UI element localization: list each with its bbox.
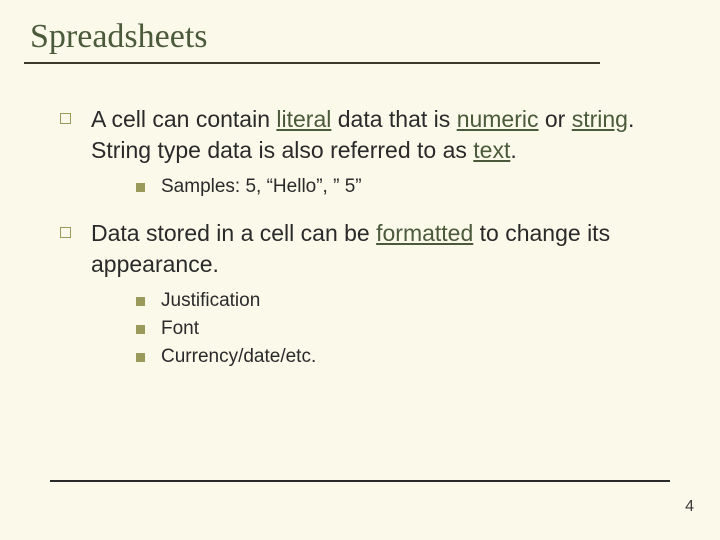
square-filled-bullet-icon [136,325,145,334]
bullet-level2: Justification [136,290,650,312]
sub-bullet-group: Samples: 5, “Hello”, ” 5” [60,176,650,198]
page-number: 4 [685,498,694,516]
sub-bullet-text: Currency/date/etc. [161,346,316,368]
sub-bullet-text: Samples: 5, “Hello”, ” 5” [161,176,362,198]
slide-body: A cell can contain literal data that is … [30,104,690,368]
slide-title: Spreadsheets [30,18,690,56]
bullet-level2: Samples: 5, “Hello”, ” 5” [136,176,650,198]
bullet-text: A cell can contain literal data that is … [91,104,650,166]
square-filled-bullet-icon [136,183,145,192]
bullet-level2: Currency/date/etc. [136,346,650,368]
sub-bullet-text: Justification [161,290,260,312]
sub-bullet-group: Justification Font Currency/date/etc. [60,290,650,368]
footer-divider [50,480,670,482]
square-filled-bullet-icon [136,297,145,306]
square-filled-bullet-icon [136,353,145,362]
sub-bullet-text: Font [161,318,199,340]
bullet-level2: Font [136,318,650,340]
bullet-text: Data stored in a cell can be formatted t… [91,218,650,280]
bullet-level1: A cell can contain literal data that is … [60,104,650,166]
square-outline-bullet-icon [60,227,71,238]
square-outline-bullet-icon [60,113,71,124]
title-underline [24,62,600,64]
bullet-level1: Data stored in a cell can be formatted t… [60,218,650,280]
